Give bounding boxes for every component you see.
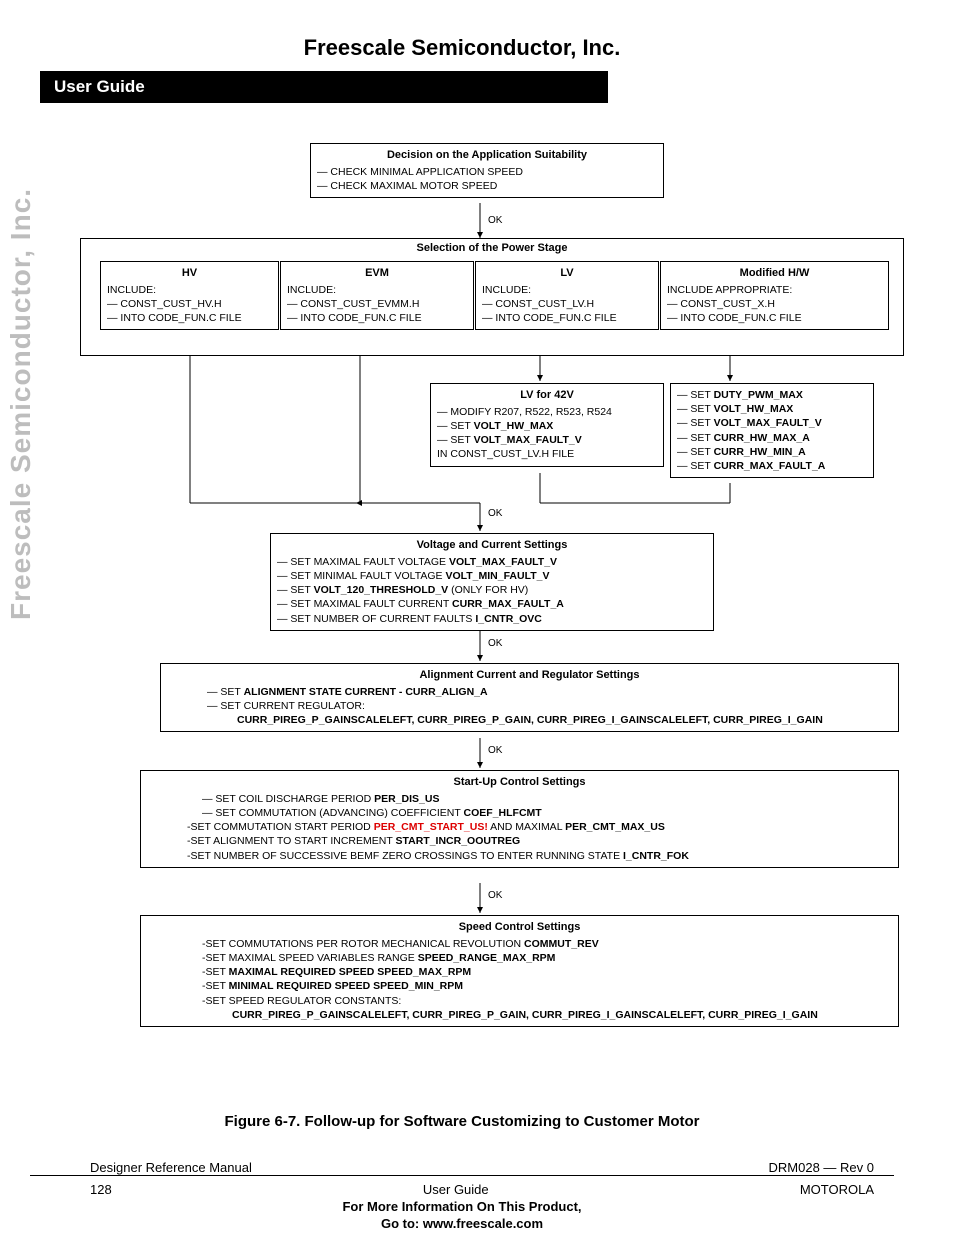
ok-4: OK <box>488 745 502 756</box>
modset-l2: — SET VOLT_HW_MAX <box>677 402 867 416</box>
footer-info2: Go to: www.freescale.com <box>30 1216 894 1231</box>
startup-l2: — SET COMMUTATION (ADVANCING) COEFFICIEN… <box>147 806 892 820</box>
startup-title: Start-Up Control Settings <box>147 775 892 790</box>
hv-l1: — CONST_CUST_HV.H <box>107 297 272 311</box>
lv-l2: — INTO CODE_FUN.C FILE <box>482 311 652 325</box>
footer-right2: MOTOROLA <box>800 1182 874 1197</box>
decision-box: Decision on the Application Suitability … <box>310 143 664 198</box>
modset-l1: — SET DUTY_PWM_MAX <box>677 388 867 402</box>
vcs-l4: — SET MAXIMAL FAULT CURRENT CURR_MAX_FAU… <box>277 597 707 611</box>
evm-l1: — CONST_CUST_EVMM.H <box>287 297 467 311</box>
footer-row-1: Designer Reference Manual DRM028 — Rev 0 <box>30 1160 894 1176</box>
section-bar: User Guide <box>40 71 608 103</box>
lv42-title: LV for 42V <box>437 388 657 403</box>
side-company-text: Freescale Semiconductor, Inc. <box>5 188 37 620</box>
evm-l2: — INTO CODE_FUN.C FILE <box>287 311 467 325</box>
footer-mid: User Guide <box>423 1182 489 1197</box>
vcs-title: Voltage and Current Settings <box>277 538 707 553</box>
lv-box: LV INCLUDE: — CONST_CUST_LV.H — INTO COD… <box>475 261 659 330</box>
footer-row-2: 128 User Guide MOTOROLA <box>30 1182 894 1197</box>
footer-info1: For More Information On This Product, <box>30 1199 894 1214</box>
lv42-l2: — SET VOLT_HW_MAX <box>437 419 657 433</box>
speed-l3: -SET MAXIMAL REQUIRED SPEED SPEED_MAX_RP… <box>147 965 892 979</box>
align-title: Alignment Current and Regulator Settings <box>167 668 892 683</box>
modset-l5: — SET CURR_HW_MIN_A <box>677 445 867 459</box>
decision-l2: — CHECK MAXIMAL MOTOR SPEED <box>317 179 657 193</box>
ok-5: OK <box>488 890 502 901</box>
speed-l2: -SET MAXIMAL SPEED VARIABLES RANGE SPEED… <box>147 951 892 965</box>
decision-title: Decision on the Application Suitability <box>317 148 657 163</box>
modset-box: — SET DUTY_PWM_MAX — SET VOLT_HW_MAX — S… <box>670 383 874 478</box>
lv42-l1: — MODIFY R207, R522, R523, R524 <box>437 405 657 419</box>
evm-inc: INCLUDE: <box>287 283 467 297</box>
hv-l2: — INTO CODE_FUN.C FILE <box>107 311 272 325</box>
mod-l1: — CONST_CUST_X.H <box>667 297 882 311</box>
align-box: Alignment Current and Regulator Settings… <box>160 663 899 732</box>
modset-l6: — SET CURR_MAX_FAULT_A <box>677 459 867 473</box>
evm-title: EVM <box>287 266 467 281</box>
vcs-l2: — SET MINIMAL FAULT VOLTAGE VOLT_MIN_FAU… <box>277 569 707 583</box>
lv-l1: — CONST_CUST_LV.H <box>482 297 652 311</box>
startup-l3: -SET COMMUTATION START PERIOD PER_CMT_ST… <box>147 820 892 834</box>
align-l2: — SET CURRENT REGULATOR: <box>167 699 892 713</box>
modset-l4: — SET CURR_HW_MAX_A <box>677 431 867 445</box>
modset-l3: — SET VOLT_MAX_FAULT_V <box>677 416 867 430</box>
speed-l6: CURR_PIREG_P_GAINSCALELEFT, CURR_PIREG_P… <box>147 1008 892 1022</box>
speed-box: Speed Control Settings -SET COMMUTATIONS… <box>140 915 899 1027</box>
flowchart: Decision on the Application Suitability … <box>80 143 910 1093</box>
align-l3: CURR_PIREG_P_GAINSCALELEFT, CURR_PIREG_P… <box>167 713 892 727</box>
speed-title: Speed Control Settings <box>147 920 892 935</box>
hv-box: HV INCLUDE: — CONST_CUST_HV.H — INTO COD… <box>100 261 279 330</box>
vcs-l1: — SET MAXIMAL FAULT VOLTAGE VOLT_MAX_FAU… <box>277 555 707 569</box>
footer-left1: Designer Reference Manual <box>90 1160 252 1175</box>
lv42-l3: — SET VOLT_MAX_FAULT_V <box>437 433 657 447</box>
selection-title: Selection of the Power Stage <box>87 241 897 256</box>
evm-box: EVM INCLUDE: — CONST_CUST_EVMM.H — INTO … <box>280 261 474 330</box>
mod-title: Modified H/W <box>667 266 882 281</box>
startup-l5: -SET NUMBER OF SUCCESSIVE BEMF ZERO CROS… <box>147 849 892 863</box>
mod-box: Modified H/W INCLUDE APPROPRIATE: — CONS… <box>660 261 889 330</box>
figure-caption: Figure 6-7. Follow-up for Software Custo… <box>30 1113 894 1130</box>
speed-l1: -SET COMMUTATIONS PER ROTOR MECHANICAL R… <box>147 937 892 951</box>
ok-3: OK <box>488 638 502 649</box>
speed-l4: -SET MINIMAL REQUIRED SPEED SPEED_MIN_RP… <box>147 979 892 993</box>
footer-page: 128 <box>90 1182 112 1197</box>
hv-title: HV <box>107 266 272 281</box>
lv42-box: LV for 42V — MODIFY R207, R522, R523, R5… <box>430 383 664 467</box>
hv-inc: INCLUDE: <box>107 283 272 297</box>
vcs-l5: — SET NUMBER OF CURRENT FAULTS I_CNTR_OV… <box>277 612 707 626</box>
vcs-box: Voltage and Current Settings — SET MAXIM… <box>270 533 714 631</box>
ok-1: OK <box>488 215 502 226</box>
startup-l4: -SET ALIGNMENT TO START INCREMENT START_… <box>147 834 892 848</box>
speed-l5: -SET SPEED REGULATOR CONSTANTS: <box>147 994 892 1008</box>
footer-right1: DRM028 — Rev 0 <box>769 1160 874 1175</box>
startup-box: Start-Up Control Settings — SET COIL DIS… <box>140 770 899 868</box>
decision-l1: — CHECK MINIMAL APPLICATION SPEED <box>317 165 657 179</box>
align-l1: — SET ALIGNMENT STATE CURRENT - CURR_ALI… <box>167 685 892 699</box>
startup-l1: — SET COIL DISCHARGE PERIOD PER_DIS_US <box>147 792 892 806</box>
lv42-l4: IN CONST_CUST_LV.H FILE <box>437 447 657 461</box>
mod-l2: — INTO CODE_FUN.C FILE <box>667 311 882 325</box>
ok-2: OK <box>488 508 502 519</box>
mod-inc: INCLUDE APPROPRIATE: <box>667 283 882 297</box>
lv-title: LV <box>482 266 652 281</box>
lv-inc: INCLUDE: <box>482 283 652 297</box>
company-header: Freescale Semiconductor, Inc. <box>30 35 894 61</box>
vcs-l3: — SET VOLT_120_THRESHOLD_V (ONLY FOR HV) <box>277 583 707 597</box>
